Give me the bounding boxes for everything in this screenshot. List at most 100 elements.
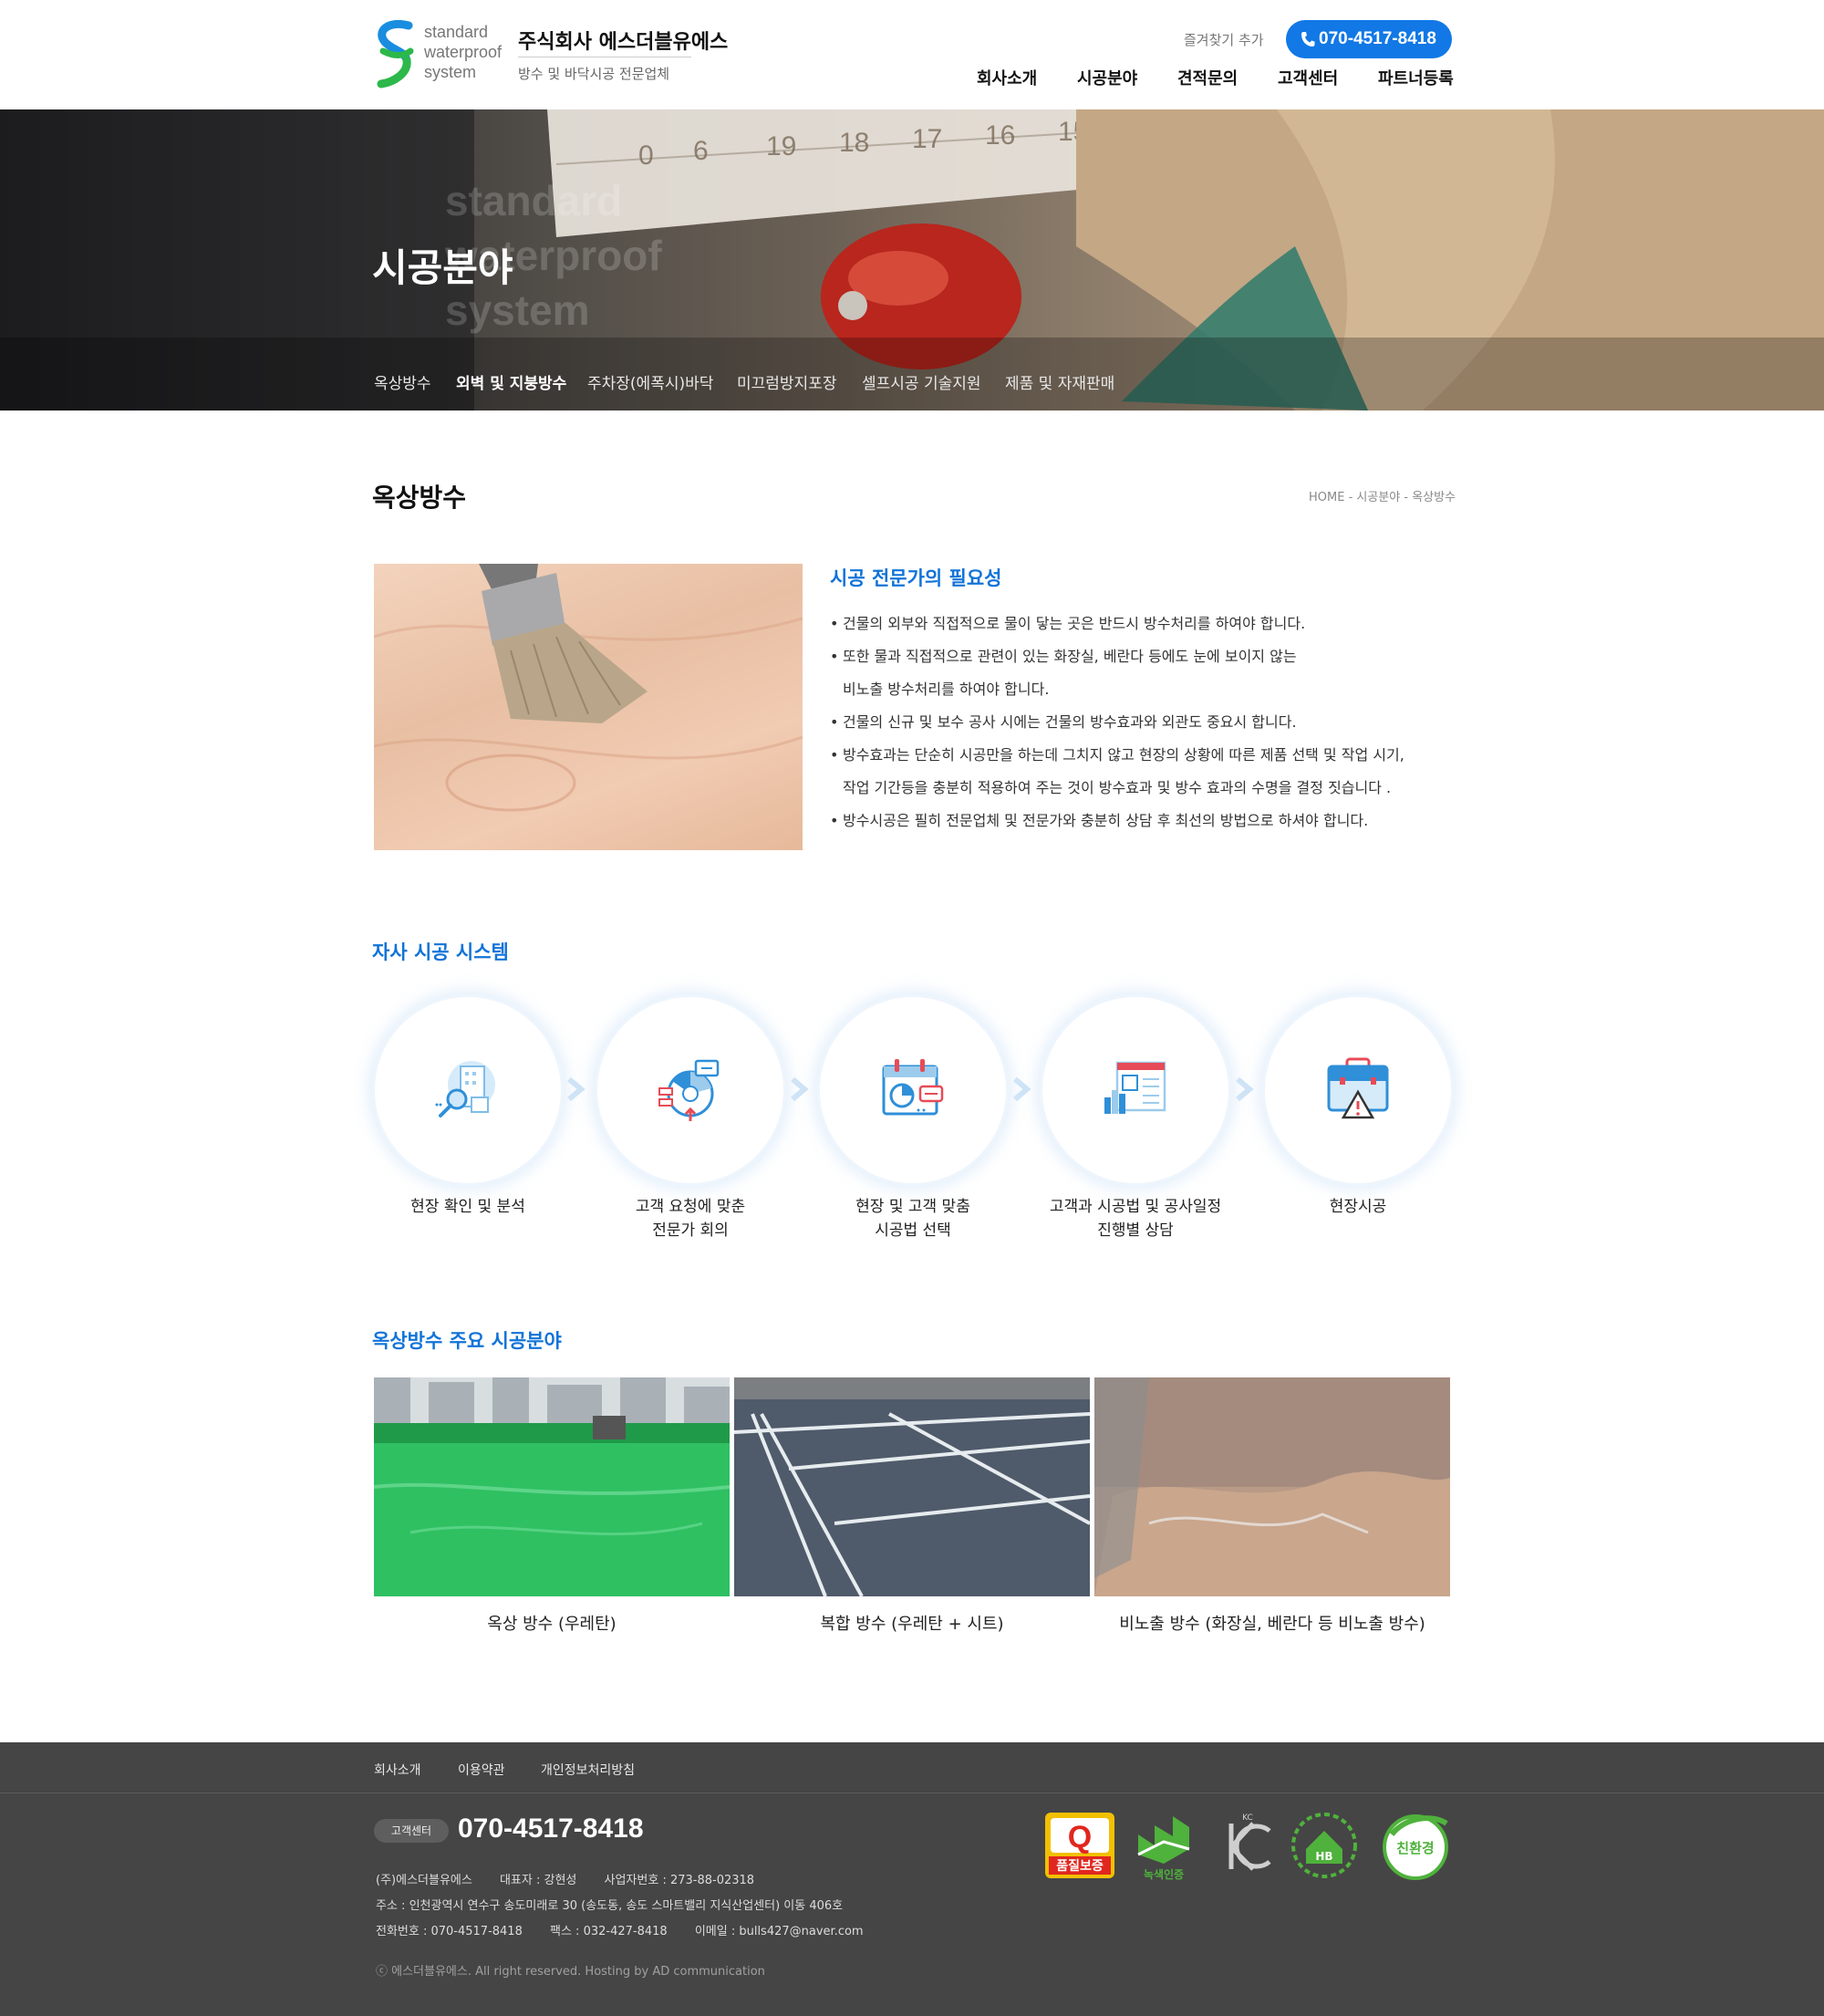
step-label-line: 현장 확인 및 분석 — [410, 1198, 525, 1216]
step-circle — [375, 997, 561, 1183]
nav-item-company[interactable]: 회사소개 — [977, 66, 1037, 89]
bookmark-link[interactable]: 즐겨찾기 추가 — [1184, 30, 1264, 49]
cert-label: 품질보증 — [1056, 1859, 1104, 1874]
step-circle — [820, 997, 1006, 1183]
step-label-line: 고객 요청에 맞춘 — [635, 1198, 746, 1216]
nav-item-estimate[interactable]: 견적문의 — [1177, 66, 1238, 89]
list-item-text: 비노출 방수처리를 하여야 합니다. — [843, 681, 1050, 698]
copyright: ⓒ 에스더블유에스. All right reserved. Hosting b… — [376, 1965, 765, 1979]
schedule-report-icon — [1104, 1061, 1166, 1114]
step-circle — [597, 997, 783, 1183]
list-item: • 또한 물과 직접적으로 관련이 있는 화장실, 베란다 등에도 눈에 보이지 … — [830, 640, 1468, 673]
toolbox-warning-icon — [1327, 1057, 1389, 1119]
gallery-caption: 옥상 방수 (우레탄) — [487, 1615, 617, 1634]
step-label-line: 고객과 시공법 및 공사일정 — [1049, 1198, 1222, 1216]
info-text: (주)에스더블유에스 — [376, 1874, 472, 1887]
subnav-item-wall-roof[interactable]: 외벽 및 지붕방수 — [456, 370, 566, 393]
step-label-line: 전문가 회의 — [652, 1221, 729, 1240]
cert-label: 녹색인증 — [1144, 1867, 1184, 1881]
support-badge: 고객센터 — [374, 1819, 449, 1843]
chevron-right-icon — [791, 1076, 809, 1102]
step-circle — [1042, 997, 1228, 1183]
svg-text:Q: Q — [1068, 1820, 1092, 1855]
svg-text:6: 6 — [693, 136, 709, 166]
page: standard waterproof system 주식회사 에스더블유에스 … — [0, 0, 1824, 2016]
bullet-icon: • — [830, 812, 839, 829]
phone-number: 070-4517-8418 — [1319, 29, 1436, 48]
subnav-item-products[interactable]: 제품 및 자재판매 — [1005, 370, 1114, 393]
svg-text:16: 16 — [985, 120, 1015, 151]
chevron-right-icon — [567, 1076, 586, 1102]
list-item-text: 건물의 신규 및 보수 공사 시에는 건물의 방수효과와 외관도 중요시 합니다… — [843, 713, 1297, 731]
bullet-icon: • — [830, 615, 839, 632]
unexposed-waterproof-photo[interactable] — [1094, 1377, 1450, 1596]
calendar-chat-icon — [882, 1059, 944, 1116]
cert-label: 친환경 — [1396, 1840, 1434, 1856]
step-label-line: 진행별 상담 — [1097, 1221, 1174, 1240]
bullet-icon: • — [830, 713, 839, 731]
gallery-caption: 복합 방수 (우레탄 + 시트) — [820, 1615, 1004, 1634]
subnav-item-anti-slip[interactable]: 미끄럼방지포장 — [737, 370, 836, 393]
step-label-line: 현장 및 고객 맞춤 — [855, 1198, 970, 1216]
list-item: • 방수효과는 단순히 시공만을 하는데 그치지 않고 현장의 상황에 따른 제품… — [830, 739, 1468, 772]
composite-waterproof-illustration — [734, 1377, 1090, 1596]
svg-text:0: 0 — [638, 140, 654, 171]
info-text: 이메일 : bulls427@naver.com — [694, 1925, 864, 1938]
rooftop-urethane-illustration — [374, 1377, 730, 1596]
logo-text[interactable]: standard waterproof system — [424, 22, 502, 82]
list-item: • 건물의 신규 및 보수 공사 시에는 건물의 방수효과와 외관도 중요시 합니… — [830, 706, 1468, 739]
footer-link-terms[interactable]: 이용약관 — [458, 1761, 505, 1779]
nav-item-support[interactable]: 고객센터 — [1278, 66, 1338, 89]
quality-mark-icon: Q 품질보증 — [1045, 1813, 1114, 1878]
brush-illustration — [374, 564, 803, 812]
footer-link-company[interactable]: 회사소개 — [374, 1761, 421, 1779]
intro-list: • 건물의 외부와 직접적으로 물이 닿는 곳은 반드시 방수처리를 하여야 합니… — [830, 608, 1468, 837]
list-item: • 방수시공은 필히 전문업체 및 전문가와 충분히 상담 후 최선의 방법으로 … — [830, 805, 1468, 837]
logo-icon[interactable] — [372, 20, 418, 89]
gallery-caption: 비노출 방수 (화장실, 베란다 등 비노출 방수) — [1119, 1615, 1425, 1634]
composite-waterproof-photo[interactable] — [734, 1377, 1090, 1596]
phone-icon — [1301, 32, 1315, 47]
site-footer: 회사소개 이용약관 개인정보처리방침 고객센터 070-4517-8418 (주… — [0, 1742, 1824, 2016]
page-title: 옥상방수 — [372, 483, 467, 513]
footer-link-privacy[interactable]: 개인정보처리방침 — [541, 1761, 635, 1779]
info-text: 대표자 : 강현성 — [499, 1874, 577, 1887]
list-item-text: 작업 기간등을 충분히 적용하여 주는 것이 방수효과 및 방수 효과의 수명을… — [843, 779, 1392, 796]
svg-text:18: 18 — [839, 128, 869, 158]
gallery-title: 옥상방수 주요 시공분야 — [372, 1330, 562, 1352]
list-item-text: 또한 물과 직접적으로 관련이 있는 화장실, 베란다 등에도 눈에 보이지 않… — [843, 648, 1297, 665]
info-text: 주소 : 인천광역시 연수구 송도미래로 30 (송도동, 송도 스마트밸리 지… — [376, 1899, 844, 1913]
list-item: • 건물의 외부와 직접적으로 물이 닿는 곳은 반드시 방수처리를 하여야 합니… — [830, 608, 1468, 640]
logo-word: standard — [424, 23, 489, 41]
subnav-item-self-support[interactable]: 셀프시공 기술지원 — [862, 370, 981, 393]
eco-mark-icon: 친환경 — [1383, 1814, 1448, 1880]
company-address: 주소 : 인천광역시 연수구 송도미래로 30 (송도동, 송도 스마트밸리 지… — [376, 1896, 866, 1913]
chevron-right-icon — [1013, 1076, 1031, 1102]
logo-word: system — [424, 63, 477, 81]
site-header: standard waterproof system 주식회사 에스더블유에스 … — [0, 0, 1824, 109]
cert-label: KC — [1242, 1813, 1253, 1823]
subnav-item-rooftop[interactable]: 옥상방수 — [374, 370, 431, 393]
nav-item-construction[interactable]: 시공분야 — [1077, 66, 1137, 89]
process-title: 자사 시공 시스템 — [372, 941, 509, 963]
phone-button[interactable]: 070-4517-8418 — [1286, 20, 1452, 58]
hero-watermark-word: standard — [445, 177, 623, 224]
company-name[interactable]: 주식회사 에스더블유에스 — [518, 26, 728, 55]
step-label: 고객 요청에 맞춘 전문가 회의 — [572, 1195, 809, 1242]
step-label-line: 시공법 선택 — [875, 1221, 951, 1240]
info-text: 팩스 : 032-427-8418 — [550, 1925, 668, 1938]
step-label: 현장시공 — [1239, 1195, 1477, 1219]
rooftop-urethane-photo[interactable] — [374, 1377, 730, 1596]
search-building-icon — [435, 1061, 495, 1117]
list-item-text: 방수시공은 필히 전문업체 및 전문가와 충분히 상담 후 최선의 방법으로 하… — [843, 812, 1369, 829]
step-label: 현장 및 고객 맞춤 시공법 선택 — [794, 1195, 1031, 1242]
logo-word: waterproof — [424, 43, 503, 61]
nav-item-partner[interactable]: 파트너등록 — [1378, 66, 1454, 89]
step-label: 현장 확인 및 분석 — [349, 1195, 586, 1219]
breadcrumb: HOME - 시공분야 - 옥상방수 — [1309, 491, 1456, 504]
chevron-right-icon — [1236, 1076, 1254, 1102]
hero-title: 시공분야 — [372, 245, 513, 290]
info-text: 사업자번호 : 273-88-02318 — [604, 1874, 755, 1887]
support-phone[interactable]: 070-4517-8418 — [458, 1813, 644, 1845]
subnav-item-parking-epoxy[interactable]: 주차장(에폭시)바닥 — [587, 370, 713, 393]
